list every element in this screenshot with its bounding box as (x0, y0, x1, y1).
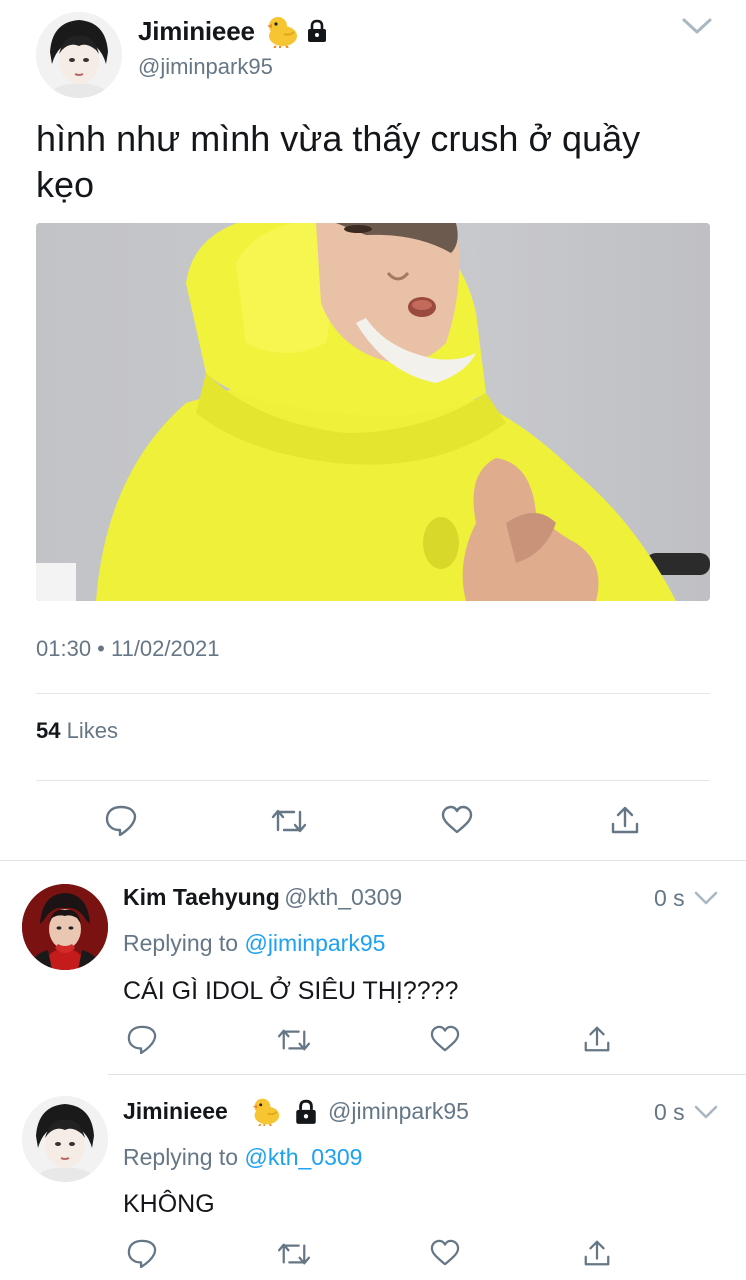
author-handle[interactable]: @jiminpark95 (138, 54, 273, 80)
reply-author-handle[interactable]: @jiminpark95 (328, 1098, 469, 1125)
reply-time: 0 s (654, 885, 685, 911)
tweet-text: hình như mình vừa thấy crush ở quầy kẹo (36, 118, 641, 205)
tweet-timestamp[interactable]: 01:30 • 11/02/2021 (36, 636, 219, 662)
reply-icon[interactable] (126, 1238, 158, 1268)
divider (36, 693, 710, 694)
tweet-media-image[interactable] (36, 223, 710, 601)
like-icon[interactable] (429, 1025, 461, 1053)
reply-author-name[interactable]: Kim Taehyung (123, 884, 280, 910)
chevron-down-icon[interactable] (693, 889, 719, 907)
divider (0, 860, 746, 861)
share-icon[interactable] (582, 1024, 612, 1054)
replying-to: Replying to @kth_0309 (123, 1144, 363, 1170)
reply-time: 0 s (654, 1099, 685, 1125)
share-icon[interactable] (609, 804, 641, 836)
retweet-icon[interactable] (276, 1026, 312, 1054)
reply-header: Jiminieee (123, 1098, 228, 1125)
replying-to-link[interactable]: @jiminpark95 (244, 930, 385, 956)
retweet-icon[interactable] (276, 1240, 312, 1268)
divider (36, 780, 710, 781)
like-icon[interactable] (440, 805, 474, 835)
share-icon[interactable] (582, 1238, 612, 1268)
divider (108, 1074, 746, 1075)
reply-text: KHÔNG (123, 1190, 215, 1218)
chevron-down-icon[interactable] (693, 1103, 719, 1121)
replying-to-link[interactable]: @kth_0309 (244, 1144, 362, 1170)
baby-chick-emoji-icon (252, 1098, 280, 1126)
author-name[interactable]: Jiminieee (138, 16, 255, 47)
retweet-icon[interactable] (270, 806, 308, 836)
reply-author-handle[interactable]: @kth_0309 (284, 884, 402, 910)
like-icon[interactable] (429, 1239, 461, 1267)
author-avatar[interactable] (36, 12, 122, 98)
reply-avatar[interactable] (22, 884, 108, 970)
reply-text: CÁI GÌ IDOL Ở SIÊU THỊ???? (123, 977, 459, 1005)
reply-icon[interactable] (126, 1024, 158, 1054)
reply-icon[interactable] (104, 804, 138, 836)
reply-header: Kim Taehyung @kth_0309 (123, 884, 402, 911)
lock-icon (308, 19, 326, 42)
chevron-down-icon[interactable] (680, 14, 714, 38)
reply-avatar[interactable] (22, 1096, 108, 1182)
likes-count[interactable]: 54 Likes (36, 718, 118, 744)
baby-chick-emoji-icon (267, 17, 297, 48)
lock-icon (296, 1099, 316, 1124)
reply-author-name[interactable]: Jiminieee (123, 1098, 228, 1124)
replying-to: Replying to @jiminpark95 (123, 930, 386, 956)
